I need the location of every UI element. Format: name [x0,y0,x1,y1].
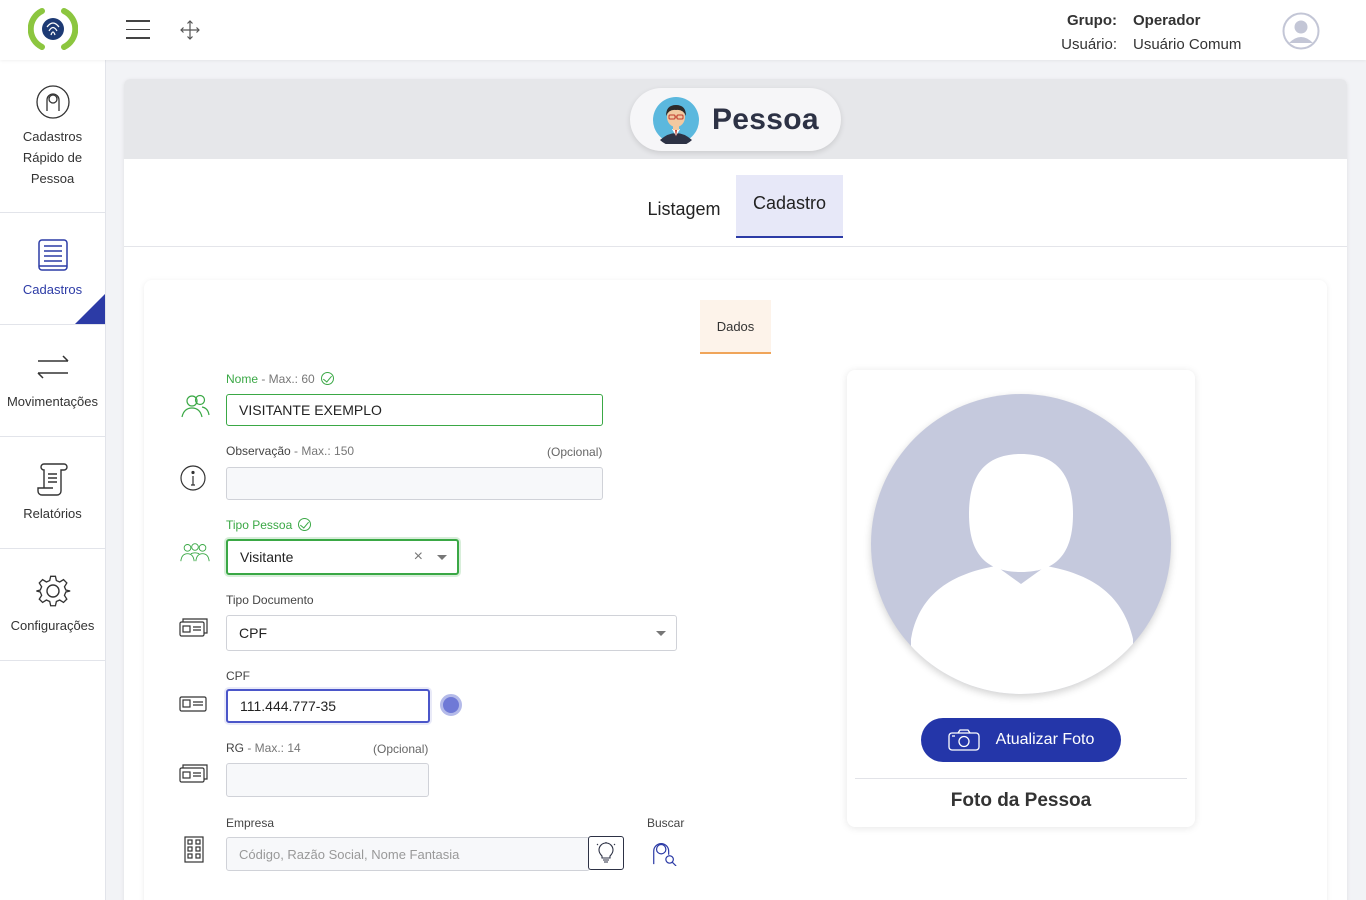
sidebar-item-cadastros[interactable]: Cadastros [0,213,105,325]
panel-header: Pessoa [124,79,1347,159]
cpf-value: 111.444.777-35 [240,698,337,714]
sidebar-item-label: Movimentações [6,394,99,409]
form-card: Dados Nome - Max.: 60 VISITANTE EXEMPLO … [144,280,1327,900]
tipo-pessoa-label: Tipo Pessoa [226,518,312,532]
sidebar-item-movimentacoes[interactable]: Movimentações [0,325,105,437]
rg-hint: - Max.: 14 [244,741,301,755]
nome-hint: - Max.: 60 [258,372,315,386]
empresa-label-text: Empresa [226,816,275,830]
person-silhouette-icon [871,394,1171,694]
empresa-placeholder: Código, Razão Social, Nome Fantasia [239,846,460,862]
chevron-down-icon [437,555,447,560]
empresa-label: Empresa [226,816,274,830]
clear-icon[interactable]: × [414,548,423,566]
loading-spinner-icon [440,694,462,716]
observacao-optional: (Opcional) [547,445,603,459]
sidebar-item-label: Cadastros Rápido de Pessoa [22,128,83,186]
nome-label: Nome - Max.: 60 [226,372,334,386]
user-group-icon [180,543,210,562]
tipo-documento-value: CPF [239,625,267,641]
sidebar-item-label: Configurações [10,618,95,633]
valid-check-icon [298,518,312,531]
transfer-arrows-icon [36,355,69,379]
tipo-documento-label: Tipo Documento [226,593,314,607]
user-avatar-icon[interactable] [1282,12,1320,50]
tipo-pessoa-select[interactable]: Visitante × [226,539,459,575]
tab-listagem[interactable]: Listagem [634,175,734,238]
nome-label-text: Nome [226,372,259,386]
lightbulb-icon [596,842,616,863]
camera-icon [947,729,980,751]
building-icon [184,836,204,863]
user-circle-icon [35,84,70,119]
tipo-pessoa-label-text: Tipo Pessoa [226,518,293,532]
chevron-down-icon [656,631,666,636]
usuario-value: Usuário Comum [1133,35,1242,53]
sidebar-item-configuracoes[interactable]: Configurações [0,549,105,661]
grupo-label: Grupo: [1067,11,1117,29]
rg-optional: (Opcional) [373,742,429,756]
tipo-pessoa-value: Visitante [240,549,294,565]
update-photo-label: Atualizar Foto [995,731,1095,748]
observacao-label: Observação - Max.: 150 [226,444,354,458]
tab-bar: Listagem Cadastro [124,159,1347,247]
user-pair-icon [181,394,210,418]
sidebar-item-relatorios[interactable]: Relatórios [0,437,105,549]
update-photo-button[interactable]: Atualizar Foto [921,718,1121,762]
sidebar-item-cadastro-rapido[interactable]: Cadastros Rápido de Pessoa [0,60,105,213]
subtab-dados[interactable]: Dados [700,300,771,354]
rg-input[interactable] [226,763,429,797]
search-user-icon[interactable] [649,838,679,866]
person-avatar-icon [653,96,699,144]
fingerprint-logo-icon[interactable] [27,6,79,52]
observacao-input[interactable] [226,467,603,500]
main-panel: Pessoa Listagem Cadastro Dados Nome - Ma… [124,79,1347,900]
user-info: Grupo: Operador Usuário: Usuário Comum [1040,8,1260,56]
id-cards-icon [179,764,208,783]
active-indicator [75,294,105,324]
register-list-icon [37,239,68,271]
page-title-badge: Pessoa [630,88,841,151]
empresa-input[interactable]: Código, Razão Social, Nome Fantasia [226,837,590,871]
sidebar: Cadastros Rápido de Pessoa Cadastros Mov… [0,60,106,900]
photo-card: Atualizar Foto Foto da Pessoa [847,370,1195,827]
suggest-button[interactable] [588,836,624,870]
id-card-icon [179,696,207,712]
cpf-label: CPF [226,669,250,683]
rg-label: RG - Max.: 14 [226,741,301,755]
top-bar: Grupo: Operador Usuário: Usuário Comum [0,0,1366,60]
tab-cadastro[interactable]: Cadastro [736,175,843,238]
buscar-label: Buscar [647,816,685,830]
sidebar-item-label: Relatórios [23,506,82,521]
nome-input[interactable]: VISITANTE EXEMPLO [226,394,603,426]
gear-icon [35,575,70,607]
info-icon [180,465,206,491]
report-scroll-icon [36,463,68,496]
menu-toggle-icon[interactable] [126,20,150,40]
id-cards-icon [179,618,208,637]
fullscreen-toggle-icon[interactable] [180,20,200,40]
observacao-label-text: Observação [226,444,291,458]
nome-value: VISITANTE EXEMPLO [239,402,382,418]
photo-caption: Foto da Pessoa [950,790,1092,811]
observacao-hint: - Max.: 150 [290,444,355,458]
divider [855,778,1187,779]
cpf-input[interactable]: 111.444.777-35 [226,689,430,723]
tipo-documento-label-text: Tipo Documento [226,593,314,607]
valid-check-icon [320,372,334,385]
usuario-label: Usuário: [1061,35,1117,53]
tipo-documento-select[interactable]: CPF [226,615,677,651]
grupo-value: Operador [1133,11,1201,29]
page-title: Pessoa [712,102,819,136]
cpf-label-text: CPF [226,669,250,683]
rg-label-text: RG [226,741,244,755]
